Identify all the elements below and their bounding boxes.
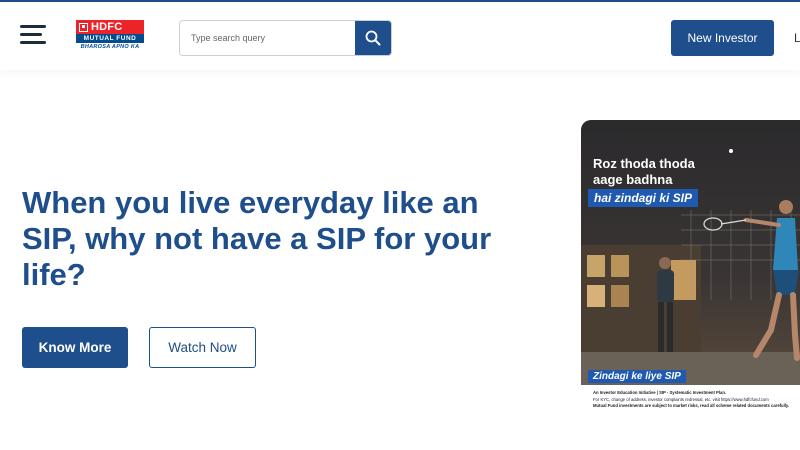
logo-subtitle: MUTUAL FUND — [76, 34, 144, 43]
know-more-button[interactable]: Know More — [22, 327, 128, 368]
banner-line-2: aage badhna — [593, 172, 673, 187]
banner-fine-print-3: Mutual Fund investments are subject to m… — [593, 403, 790, 408]
banner-highlight: hai zindagi ki SIP — [588, 189, 699, 207]
banner-fine-print-1: An Investor Education Initiative | SIP -… — [593, 390, 727, 395]
logo-mark-icon — [79, 22, 88, 32]
site-header: HDFC MUTUAL FUND BHAROSA APNO KA New Inv… — [0, 2, 800, 70]
hamburger-menu-icon[interactable] — [20, 23, 48, 45]
login-link-partial[interactable]: L — [794, 31, 800, 45]
search-button[interactable] — [355, 21, 391, 55]
watch-now-button[interactable]: Watch Now — [149, 327, 256, 368]
hero-headline: When you live everyday like an SIP, why … — [22, 185, 492, 292]
sip-campaign-banner[interactable]: Roz thoda thoda aage badhna hai zindagi … — [581, 120, 800, 410]
banner-tagline: Zindagi ke liye SIP — [588, 370, 686, 383]
banner-fine-print-2: For KYC, change of address, investor com… — [593, 397, 769, 402]
new-investor-button[interactable]: New Investor — [671, 20, 774, 56]
hdfc-logo[interactable]: HDFC MUTUAL FUND BHAROSA APNO KA — [76, 20, 144, 54]
search-input[interactable] — [180, 21, 356, 55]
search-icon — [365, 30, 381, 46]
logo-brand-text: HDFC — [91, 21, 123, 33]
logo-tagline: BHAROSA APNO KA — [80, 44, 140, 50]
search-bar — [179, 20, 392, 56]
banner-line-1: Roz thoda thoda — [593, 156, 695, 171]
